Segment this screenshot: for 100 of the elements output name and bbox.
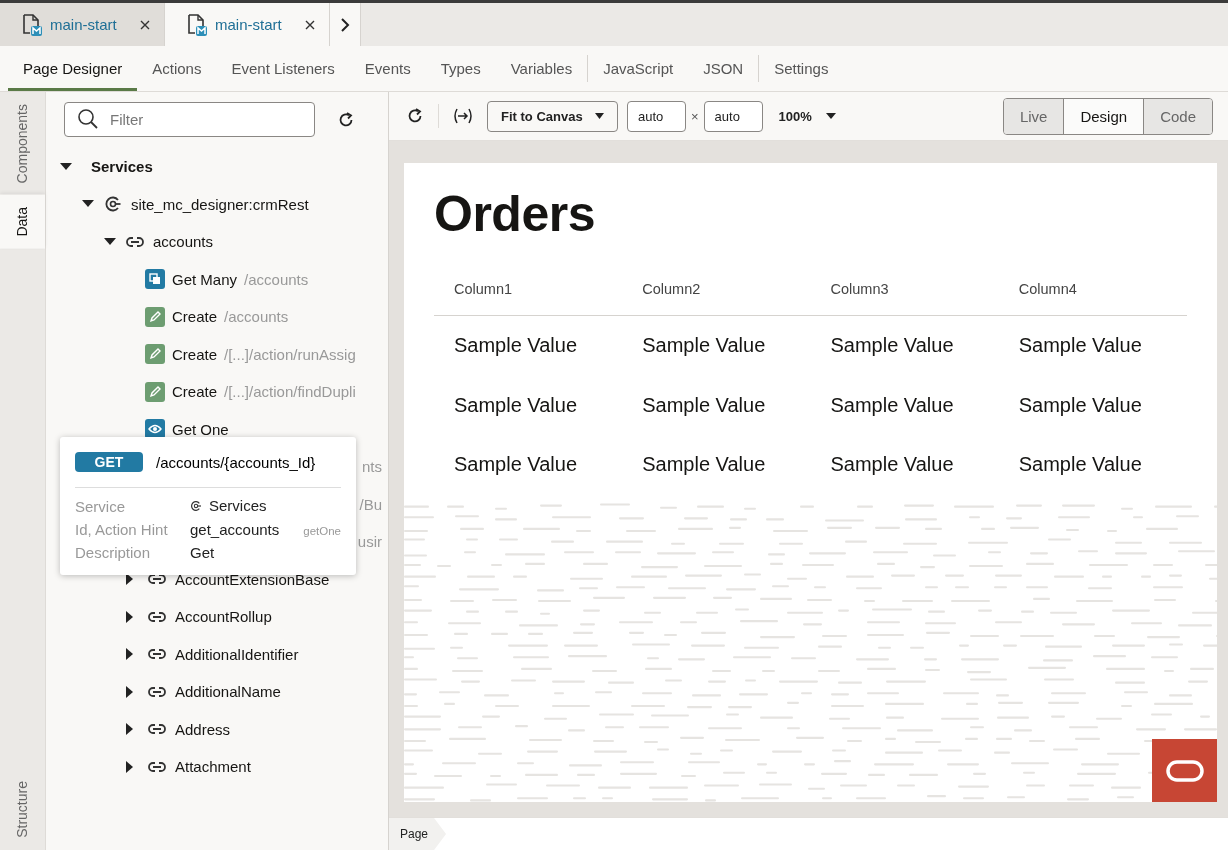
table-cell-text: Sample Value (829, 452, 955, 478)
endpoint-path: /[...]/action/findDupli (224, 383, 356, 401)
tree-item-fragment: /Bu (359, 495, 382, 513)
endpoint-path: /[...]/action/runAssig (224, 345, 356, 363)
field-label: Id, Action Hint (75, 520, 169, 538)
link-icon (126, 235, 144, 248)
method-badge: GET (75, 452, 143, 472)
close-icon[interactable] (305, 19, 315, 30)
table-cell: Sample Value (622, 315, 811, 376)
nav-tab[interactable]: Events (349, 49, 426, 91)
side-tab[interactable]: Structure (0, 761, 45, 850)
action-hint: getOne (303, 524, 341, 537)
page-title: Orders (434, 185, 596, 243)
tree-item-label[interactable]: Services (91, 158, 153, 176)
field-label: Description (75, 543, 152, 561)
refresh-icon[interactable] (406, 107, 424, 125)
file-tab[interactable]: main-start (0, 3, 165, 46)
link-icon (148, 573, 166, 586)
tree-item-label[interactable]: Create (172, 308, 218, 326)
table-cell: Sample Value (998, 315, 1187, 376)
expand-arrow-icon[interactable] (126, 610, 134, 623)
nav-tab[interactable]: Settings (759, 49, 844, 91)
tree-item-label[interactable]: Create (172, 345, 218, 363)
field-value: Get (190, 543, 215, 561)
nav-tab[interactable]: Event Listeners (216, 49, 350, 91)
nav-tab[interactable]: Variables (495, 49, 588, 91)
tree-item-label[interactable]: accounts (153, 233, 214, 251)
table-cell-text: Sample Value (641, 452, 767, 478)
filter-field[interactable]: Filter (64, 102, 315, 137)
tree-item-label[interactable]: AdditionalName (175, 683, 281, 701)
refresh-icon[interactable] (337, 110, 355, 129)
tree-item-fragment: nts (362, 458, 382, 476)
table-cell-text: Sample Value (1017, 452, 1143, 478)
fit-dropdown[interactable]: Fit to Canvas (487, 100, 618, 132)
logo-button[interactable] (1152, 739, 1217, 802)
collapse-arrow-icon[interactable] (82, 200, 94, 209)
tree-item-label[interactable]: AdditionalIdentifier (175, 645, 299, 663)
nav-tab[interactable]: JSON (688, 49, 759, 91)
search-icon (77, 108, 99, 130)
caret-icon (595, 113, 604, 119)
expand-arrow-icon[interactable] (126, 685, 134, 698)
table-cell: Sample Value (810, 315, 999, 376)
service-icon (104, 195, 122, 214)
width-field[interactable]: auto (627, 100, 686, 132)
tree-item-label[interactable]: AccountExtensionBase (175, 570, 330, 588)
table-cell-text: Sample Value (453, 452, 579, 478)
field-label: Service (75, 497, 127, 515)
close-icon[interactable] (140, 19, 150, 30)
tree-item-label[interactable]: Attachment (175, 758, 251, 776)
tree-item-label[interactable]: Get One (172, 420, 229, 438)
file-tab[interactable]: main-start (165, 3, 330, 46)
mode-toggle[interactable]: Design (1063, 98, 1144, 134)
column-header: Column3 (810, 281, 999, 316)
nav-tab[interactable]: Actions (137, 49, 217, 91)
column-header: Column4 (998, 281, 1187, 316)
height-field[interactable]: auto (703, 100, 763, 132)
table-cell-text: Sample Value (1017, 392, 1143, 418)
side-tab[interactable]: Components (0, 92, 45, 196)
nav-tab[interactable]: JavaScript (588, 49, 689, 91)
tree-item-label[interactable]: site_mc_designer:crmRest (131, 195, 309, 213)
tree-item-label[interactable]: Create (172, 383, 218, 401)
next-tabs-button[interactable] (330, 3, 361, 46)
table-cell-text: Sample Value (453, 392, 579, 418)
mode-toggle[interactable]: Live (1003, 98, 1064, 134)
link-icon (148, 610, 166, 623)
table-cell-text: Sample Value (641, 392, 767, 418)
endpoint-path: /accounts (224, 308, 289, 326)
pencil-icon (145, 344, 165, 365)
link-icon (148, 760, 166, 773)
nav-tab[interactable]: Types (425, 49, 496, 91)
field-value: Services (209, 497, 267, 514)
pencil-icon (145, 381, 165, 402)
times-sign: × (691, 108, 699, 124)
caret-icon (825, 113, 836, 119)
field-value: get_accounts (190, 520, 280, 538)
collapse-arrow-icon[interactable] (104, 237, 116, 246)
side-tab[interactable]: Data (0, 195, 45, 249)
expand-arrow-icon[interactable] (126, 573, 134, 586)
column-header: Column2 (622, 281, 811, 316)
tree-item-label[interactable]: AccountRollup (175, 608, 272, 626)
file-icon (187, 12, 209, 37)
collapse-arrow-icon[interactable] (60, 162, 72, 171)
endpoint-path: /accounts/{accounts_Id} (156, 453, 316, 471)
column-header: Column1 (434, 281, 623, 316)
ring-icon (1165, 759, 1204, 782)
expand-arrow-icon[interactable] (126, 760, 134, 773)
link-icon (148, 723, 166, 736)
tree-item-label[interactable]: Address (175, 720, 231, 738)
link-icon (148, 648, 166, 661)
zoom-dropdown[interactable]: 100% (778, 108, 836, 124)
copy-icon (145, 269, 165, 290)
tree-item-fragment: usir (357, 533, 382, 551)
fit-width-icon[interactable] (453, 108, 473, 124)
breadcrumb-item[interactable]: Page (389, 818, 447, 850)
expand-arrow-icon[interactable] (126, 648, 134, 661)
mode-toggle[interactable]: Code (1143, 98, 1212, 134)
expand-arrow-icon[interactable] (126, 723, 134, 736)
service-icon (190, 499, 202, 512)
link-icon (148, 685, 166, 698)
tree-item-label[interactable]: Get Many (172, 270, 238, 288)
